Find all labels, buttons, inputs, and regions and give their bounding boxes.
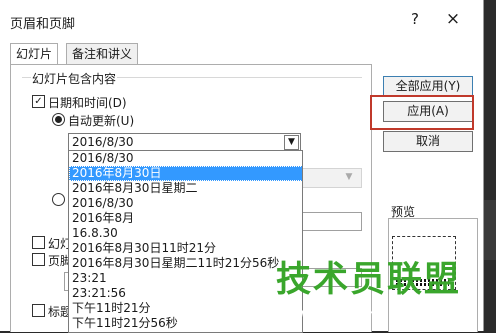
no-title-slide-checkbox[interactable] xyxy=(32,304,45,317)
title-bar: 页眉和页脚 ? × xyxy=(0,0,483,40)
tab-slide[interactable]: 幻灯片 xyxy=(10,43,59,66)
radio-selected-dot xyxy=(55,116,62,123)
close-button[interactable]: × xyxy=(445,9,461,29)
background-strip xyxy=(484,0,496,331)
dropdown-option[interactable]: 2016/8/30 xyxy=(69,196,302,211)
group-label-slide-content: 幻灯片包含内容 xyxy=(31,70,118,87)
dropdown-option[interactable]: 2016年8月30日星期二11时21分56秒 xyxy=(69,256,302,271)
fixed-radio[interactable] xyxy=(52,193,65,206)
watermark-url: www.jsgho.com xyxy=(296,305,429,323)
dropdown-option[interactable]: 下午11时21分 xyxy=(69,301,302,316)
date-time-label: 日期和时间(D) xyxy=(48,96,127,110)
auto-update-label: 自动更新(U) xyxy=(68,114,135,128)
fixed-date-field[interactable] xyxy=(302,212,362,231)
dropdown-option-selected[interactable]: 2016年8月30日 xyxy=(69,166,302,181)
dropdown-option[interactable]: 下午11时21分56秒 xyxy=(69,316,302,331)
auto-update-radio[interactable] xyxy=(52,113,65,126)
apply-highlight-box xyxy=(370,95,474,130)
dialog-title: 页眉和页脚 xyxy=(10,17,76,32)
chevron-down-icon[interactable]: ▼ xyxy=(284,135,299,150)
tab-notes-handouts[interactable]: 备注和讲义 xyxy=(66,43,139,65)
dropdown-option[interactable]: 23:21:56 xyxy=(69,286,302,301)
dropdown-option[interactable]: 2016年8月 xyxy=(69,211,302,226)
footer-checkbox[interactable] xyxy=(32,253,45,266)
date-time-checkbox[interactable]: ✓ xyxy=(32,95,45,108)
dropdown-option[interactable]: 23:21 xyxy=(69,271,302,286)
header-footer-dialog: 页眉和页脚 ? × 幻灯片 备注和讲义 幻灯片包含内容 ✓ 日期和时间(D) 自… xyxy=(0,0,484,333)
apply-all-button[interactable]: 全部应用(Y) xyxy=(383,76,473,97)
chevron-down-icon: ▼ xyxy=(345,172,353,182)
background-strip xyxy=(484,200,496,260)
dropdown-option[interactable]: 2016/8/30 xyxy=(69,151,302,166)
date-format-value: 2016/8/30 xyxy=(72,135,134,149)
help-button[interactable]: ? xyxy=(407,10,423,28)
slide-number-checkbox[interactable] xyxy=(32,236,45,249)
dropdown-option[interactable]: 16.8.30 xyxy=(69,226,302,241)
dropdown-option[interactable]: 2016年8月30日11时21分 xyxy=(69,241,302,256)
dropdown-option[interactable]: 2016年8月30日星期二 xyxy=(69,181,302,196)
date-format-dropdown-list[interactable]: 2016/8/30 2016年8月30日 2016年8月30日星期二 2016/… xyxy=(68,150,303,333)
cancel-button[interactable]: 取消 xyxy=(383,131,473,152)
watermark-logo: 技术员联盟 xyxy=(276,260,462,300)
